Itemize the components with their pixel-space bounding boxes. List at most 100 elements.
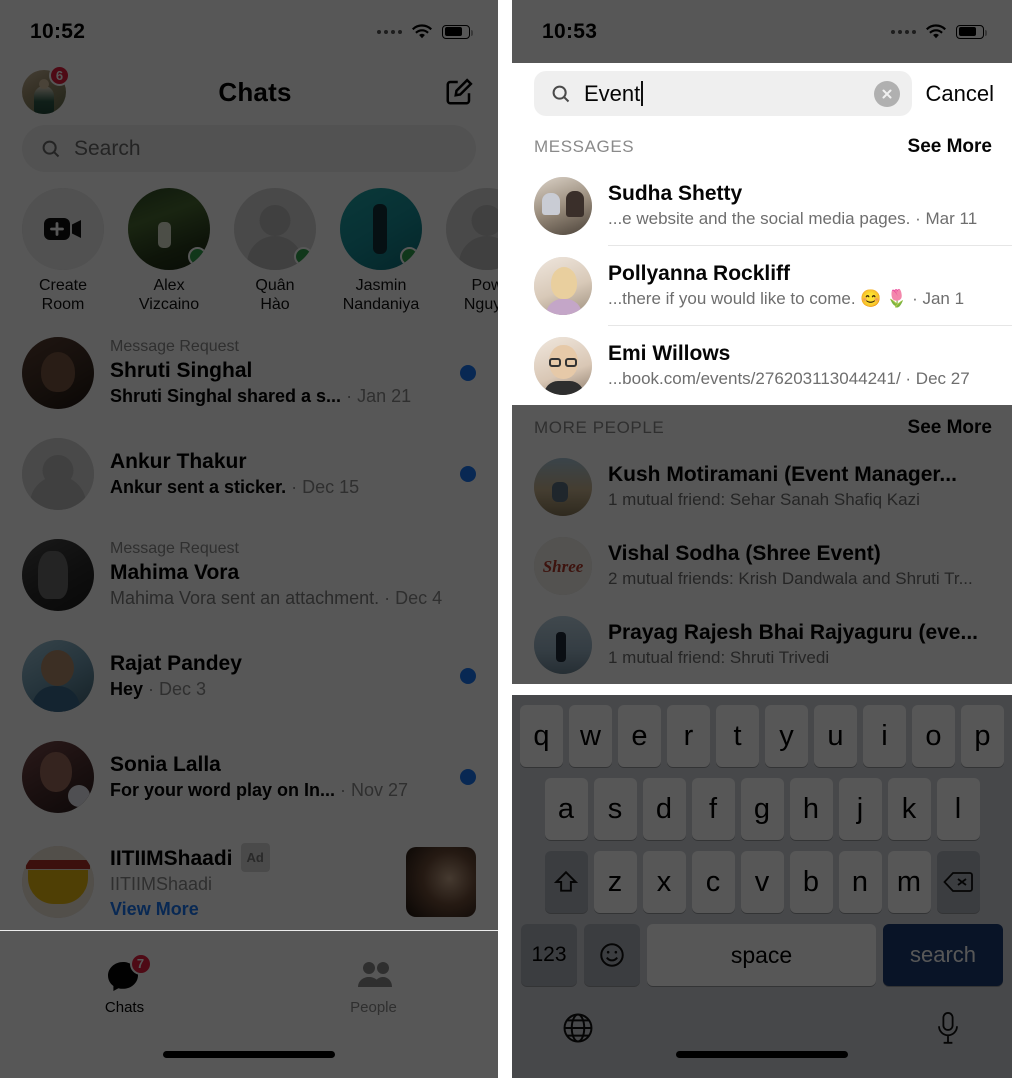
message-result-row[interactable]: Sudha Shetty ...e website and the social… <box>512 166 1012 245</box>
people-result-row[interactable]: Shree Vishal Sodha (Shree Event) 2 mutua… <box>512 526 1012 605</box>
tab-label: People <box>350 998 397 1016</box>
chat-list[interactable]: Message Request Shruti Singhal Shruti Si… <box>0 322 498 1008</box>
key-u[interactable]: u <box>814 705 857 767</box>
left-phone-panel: 10:52 6 Chats Search Create Room Alex Vi… <box>0 0 498 1078</box>
story-avatar <box>234 188 316 270</box>
see-more-button[interactable]: See More <box>908 417 992 439</box>
keyboard-bottom-bar[interactable] <box>515 997 1009 1045</box>
keyboard-row-1[interactable]: q w e r t y u i o p <box>515 705 1009 767</box>
result-name: Kush Motiramani (Event Manager... <box>608 462 957 486</box>
profile-badge: 6 <box>49 65 70 86</box>
battery-icon <box>442 24 473 39</box>
signal-dots-icon <box>377 29 402 34</box>
people-result-row[interactable]: Prayag Rajesh Bhai Rajyaguru (eve... 1 m… <box>512 605 1012 684</box>
microphone-icon[interactable] <box>933 1011 963 1045</box>
clear-circle-icon[interactable] <box>873 80 900 107</box>
key-h[interactable]: h <box>789 778 833 840</box>
cancel-button[interactable]: Cancel <box>926 81 998 107</box>
status-bar-left: 10:52 <box>0 0 498 63</box>
key-i[interactable]: i <box>863 705 906 767</box>
story-item[interactable]: Quân Hào <box>222 188 328 314</box>
chat-list-item[interactable]: Rajat Pandey Hey · Dec 3 <box>0 625 498 726</box>
avatar <box>534 336 592 395</box>
key-k[interactable]: k <box>887 778 931 840</box>
page-title: Chats <box>218 76 292 107</box>
story-item[interactable]: Alex Vizcaino <box>116 188 222 314</box>
story-item[interactable]: PowNguye <box>434 188 498 314</box>
search-key[interactable]: search <box>883 924 1003 986</box>
key-s[interactable]: s <box>593 778 637 840</box>
bottom-tab-bar[interactable]: 7 Chats People <box>0 930 498 1078</box>
emoji-smiley-icon[interactable] <box>584 924 640 986</box>
key-x[interactable]: x <box>642 851 686 913</box>
chat-list-item[interactable]: Message Request Mahima Vora Mahima Vora … <box>0 524 498 625</box>
result-name: Prayag Rajesh Bhai Rajyaguru (eve... <box>608 620 978 644</box>
keyboard-row-3[interactable]: z x c v b n m <box>515 851 1009 913</box>
key-z[interactable]: z <box>593 851 637 913</box>
key-w[interactable]: w <box>569 705 612 767</box>
search-input[interactable]: Event <box>534 71 912 116</box>
status-time: 10:52 <box>30 19 86 43</box>
key-o[interactable]: o <box>912 705 955 767</box>
battery-icon <box>956 24 987 39</box>
globe-icon[interactable] <box>561 1011 595 1045</box>
chat-list-item[interactable]: Sonia Lalla For your word play on In... … <box>0 726 498 827</box>
unread-indicator <box>460 667 476 684</box>
avatar <box>534 457 592 516</box>
key-y[interactable]: y <box>765 705 808 767</box>
message-result-row[interactable]: Emi Willows ...book.com/events/276203113… <box>512 326 1012 405</box>
profile-avatar[interactable]: 6 <box>22 65 70 114</box>
key-c[interactable]: c <box>691 851 735 913</box>
story-item[interactable]: Jasmin Nandaniya <box>328 188 434 314</box>
stories-row[interactable]: Create Room Alex Vizcaino Quân Hào Jasmi… <box>0 182 498 322</box>
chat-list-item[interactable]: Message Request Shruti Singhal Shruti Si… <box>0 322 498 423</box>
key-r[interactable]: r <box>667 705 710 767</box>
onscreen-keyboard[interactable]: q w e r t y u i o p a s d f g h j k l z … <box>512 695 1012 1078</box>
key-n[interactable]: n <box>838 851 882 913</box>
right-phone-panel: 10:53 Event Cancel MESSAGES See More Sud… <box>512 0 1012 1078</box>
result-name: Sudha Shetty <box>608 181 743 205</box>
home-indicator <box>676 1051 848 1058</box>
key-b[interactable]: b <box>789 851 833 913</box>
key-q[interactable]: q <box>520 705 563 767</box>
key-l[interactable]: l <box>936 778 980 840</box>
message-result-row[interactable]: Pollyanna Rockliff ...there if you would… <box>512 246 1012 325</box>
space-key[interactable]: space <box>647 924 876 986</box>
ad-subtitle: IITIIMShaadi <box>110 873 213 894</box>
result-snippet: 1 mutual friend: Sehar Sanah Shafiq Kazi <box>608 489 920 509</box>
shift-arrow-icon[interactable] <box>544 851 588 913</box>
wifi-icon <box>925 23 947 40</box>
key-j[interactable]: j <box>838 778 882 840</box>
avatar <box>22 740 94 813</box>
sidebar-item-chats[interactable]: 7 Chats <box>0 931 249 1031</box>
keyboard-row-4[interactable]: 123 space search <box>515 924 1009 986</box>
sponsored-ad-item[interactable]: IITIIMShaadi Ad IITIIMShaadi View More <box>0 827 498 937</box>
backspace-icon[interactable] <box>936 851 980 913</box>
story-avatar <box>128 188 210 270</box>
see-more-button[interactable]: See More <box>908 136 992 158</box>
key-f[interactable]: f <box>691 778 735 840</box>
chat-name: Mahima Vora <box>110 561 240 584</box>
key-g[interactable]: g <box>740 778 784 840</box>
key-d[interactable]: d <box>642 778 686 840</box>
result-snippet: ...book.com/events/276203113044241/ · De… <box>608 368 970 388</box>
result-snippet: 1 mutual friend: Shruti Trivedi <box>608 647 830 667</box>
key-a[interactable]: a <box>544 778 588 840</box>
key-m[interactable]: m <box>887 851 931 913</box>
search-input[interactable]: Search <box>22 125 476 172</box>
compose-icon[interactable] <box>444 77 474 107</box>
key-p[interactable]: p <box>961 705 1004 767</box>
key-e[interactable]: e <box>618 705 661 767</box>
people-result-row[interactable]: Kush Motiramani (Event Manager... 1 mutu… <box>512 447 1012 526</box>
online-indicator <box>188 247 207 266</box>
result-snippet: ...e website and the social media pages.… <box>608 208 978 228</box>
key-t[interactable]: t <box>716 705 759 767</box>
sidebar-item-people[interactable]: People <box>249 931 498 1031</box>
story-create-room[interactable]: Create Room <box>10 188 116 314</box>
story-label: PowNguye <box>463 277 498 313</box>
key-v[interactable]: v <box>740 851 784 913</box>
keyboard-row-2[interactable]: a s d f g h j k l <box>515 778 1009 840</box>
numbers-key[interactable]: 123 <box>521 924 577 986</box>
chat-list-item[interactable]: Ankur Thakur Ankur sent a sticker. · Dec… <box>0 423 498 524</box>
ad-view-more-link[interactable]: View More <box>110 896 390 922</box>
